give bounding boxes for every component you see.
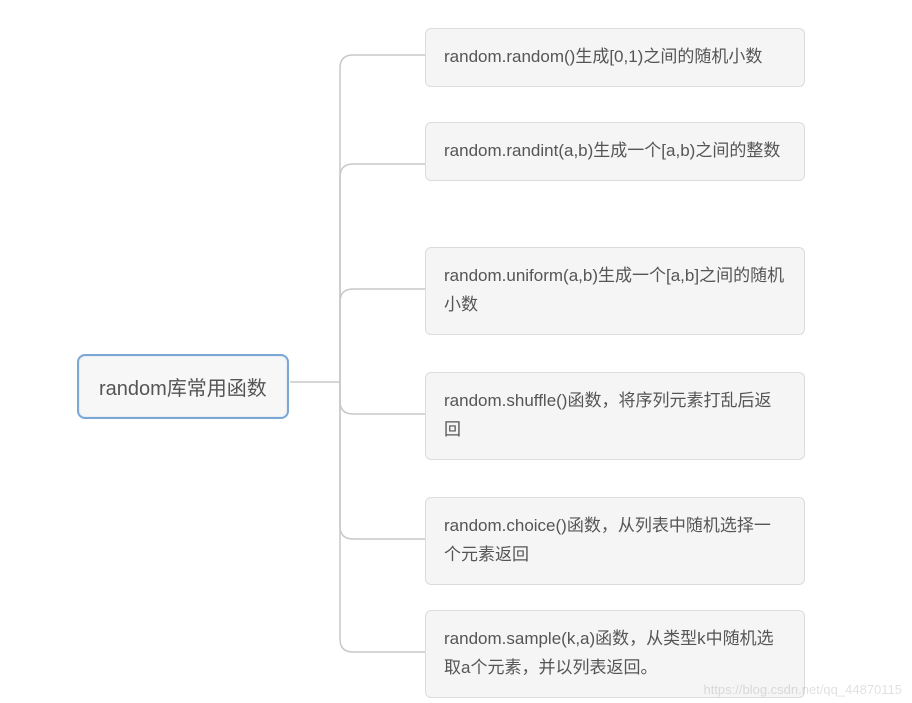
child-node-shuffle[interactable]: random.shuffle()函数，将序列元素打乱后返回 — [425, 372, 805, 460]
child-node-uniform[interactable]: random.uniform(a,b)生成一个[a,b]之间的随机小数 — [425, 247, 805, 335]
connector-lines — [0, 0, 912, 703]
child-node-randint[interactable]: random.randint(a,b)生成一个[a,b)之间的整数 — [425, 122, 805, 181]
child-text: random.choice()函数，从列表中随机选择一个元素返回 — [444, 516, 771, 564]
child-text: random.randint(a,b)生成一个[a,b)之间的整数 — [444, 141, 780, 160]
child-node-choice[interactable]: random.choice()函数，从列表中随机选择一个元素返回 — [425, 497, 805, 585]
watermark: https://blog.csdn.net/qq_44870115 — [703, 682, 902, 697]
child-text: random.uniform(a,b)生成一个[a,b]之间的随机小数 — [444, 266, 784, 314]
child-text: random.random()生成[0,1)之间的随机小数 — [444, 47, 762, 66]
child-text: random.sample(k,a)函数，从类型k中随机选取a个元素，并以列表返… — [444, 629, 774, 677]
child-node-random[interactable]: random.random()生成[0,1)之间的随机小数 — [425, 28, 805, 87]
watermark-text: https://blog.csdn.net/qq_44870115 — [703, 682, 902, 697]
root-label: random库常用函数 — [99, 378, 267, 400]
root-node[interactable]: random库常用函数 — [77, 354, 289, 419]
child-text: random.shuffle()函数，将序列元素打乱后返回 — [444, 391, 771, 439]
